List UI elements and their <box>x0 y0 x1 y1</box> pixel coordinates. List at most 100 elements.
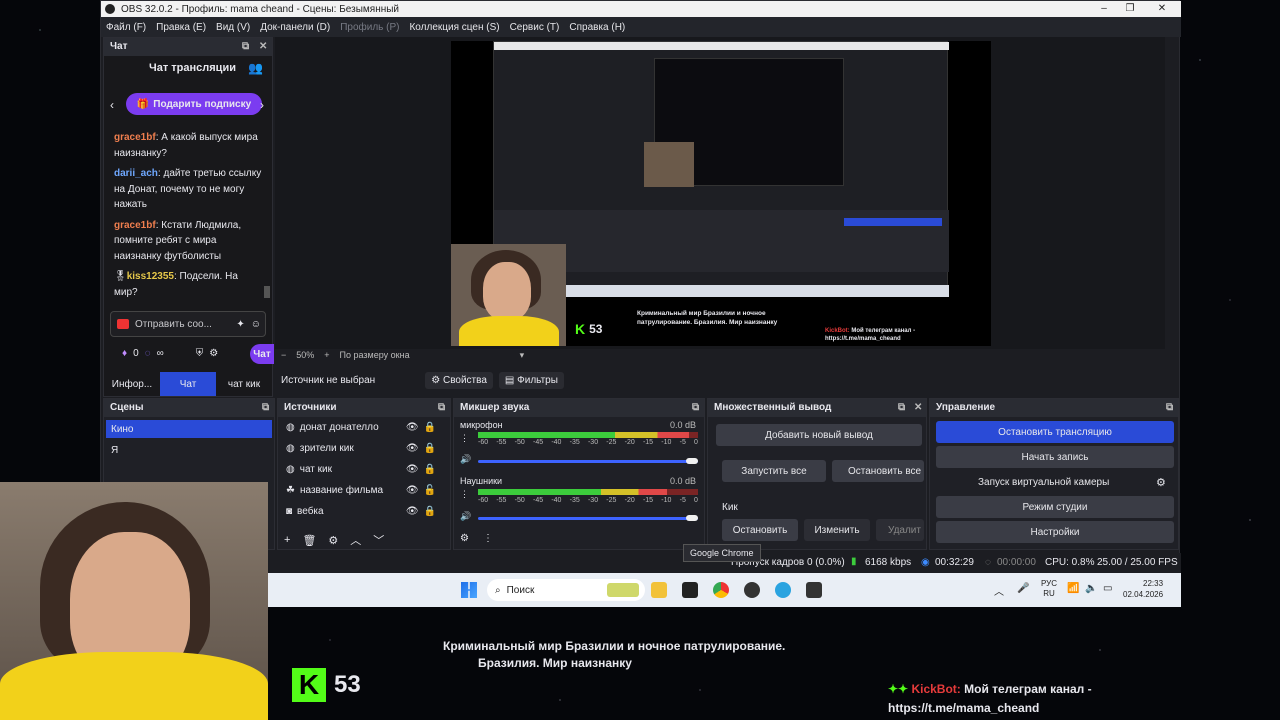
zoom-fit-select[interactable]: По размеру окна <box>340 350 410 361</box>
chevron-left-icon[interactable]: ‹ <box>110 98 114 112</box>
gift-sub-button[interactable]: 🎁 Подарить подписку <box>126 93 262 115</box>
menu-docks[interactable]: Док-панели (D) <box>255 22 335 33</box>
tab-info[interactable]: Инфор... <box>104 372 160 396</box>
menu-view[interactable]: Вид (V) <box>211 22 255 33</box>
close-button[interactable]: ✕ <box>1147 1 1177 17</box>
volume-slider[interactable] <box>478 517 698 520</box>
kebab-menu-icon[interactable]: ⋮ <box>460 433 469 444</box>
gear-icon[interactable]: ⚙ <box>1156 476 1166 489</box>
gear-icon[interactable]: ⚙ <box>328 534 338 547</box>
properties-button[interactable]: ⚙ Свойства <box>425 371 493 389</box>
zoom-out-button[interactable]: − <box>281 350 286 361</box>
volume-slider[interactable] <box>478 460 698 463</box>
chat-username[interactable]: darii_ach <box>114 168 158 179</box>
trash-icon[interactable]: 🗑 <box>302 534 316 547</box>
undock-icon[interactable]: ⧉ <box>692 399 699 417</box>
scene-item[interactable]: Кино <box>106 420 272 438</box>
emote-icon[interactable]: ✦ <box>236 319 244 330</box>
volume-slider-handle[interactable] <box>686 515 698 521</box>
telegram-icon[interactable] <box>775 582 791 598</box>
filters-button[interactable]: ▤ Фильтры <box>498 371 564 389</box>
advanced-audio-icon[interactable]: ⚙ <box>460 533 469 544</box>
virtual-camera-button[interactable]: Запуск виртуальной камеры <box>936 471 1174 493</box>
eye-icon[interactable]: 👁 <box>406 422 419 433</box>
settings-button[interactable]: Настройки <box>936 521 1174 543</box>
undock-icon[interactable]: ⧉ <box>262 399 269 417</box>
edit-output-button[interactable]: Изменить <box>804 519 870 541</box>
stop-stream-button[interactable]: Остановить трансляцию <box>936 421 1174 443</box>
chevron-down-icon[interactable]: ▾ <box>520 350 525 361</box>
eye-icon[interactable]: 👁 <box>406 485 419 496</box>
kebab-menu-icon[interactable]: ⋮ <box>460 489 469 500</box>
move-up-icon[interactable]: ︿ <box>350 532 361 548</box>
lock-icon[interactable]: 🔒 <box>424 506 436 517</box>
chevron-right-icon[interactable]: › <box>260 98 264 112</box>
menu-tools[interactable]: Сервис (T) <box>505 22 565 33</box>
tab-chat[interactable]: Чат <box>160 372 216 396</box>
users-icon[interactable]: 👥 <box>248 61 263 75</box>
add-source-icon[interactable]: + <box>284 534 290 546</box>
undock-icon[interactable]: ⧉ <box>242 38 249 56</box>
start-all-button[interactable]: Запустить все <box>722 460 826 482</box>
taskbar-search[interactable]: ⌕ Поиск <box>487 579 645 601</box>
speaker-icon[interactable]: 🔊 <box>460 511 471 522</box>
menu-file[interactable]: Файл (F) <box>101 22 151 33</box>
clock[interactable]: 22:33 02.04.2026 <box>1123 578 1163 600</box>
start-recording-button[interactable]: Начать запись <box>936 446 1174 468</box>
lock-icon[interactable]: 🔒 <box>424 443 436 454</box>
start-menu-icon[interactable] <box>461 582 477 598</box>
volume-slider-handle[interactable] <box>686 458 698 464</box>
stop-all-button[interactable]: Остановить все <box>832 460 924 482</box>
source-item[interactable]: ◙ вебка 👁 🔒 <box>286 506 436 517</box>
eye-icon[interactable]: 👁 <box>406 443 419 454</box>
move-down-icon[interactable]: ﹀ <box>373 532 384 548</box>
source-item[interactable]: ◍ донат донателло 👁 🔒 <box>286 422 436 433</box>
file-explorer-icon[interactable] <box>651 582 667 598</box>
terminal-icon[interactable] <box>806 582 822 598</box>
chat-send-button[interactable]: Чат <box>250 344 274 364</box>
battery-icon[interactable]: ▭ <box>1103 583 1112 594</box>
kebab-menu-icon[interactable]: ⋮ <box>483 533 493 544</box>
language-indicator[interactable]: РУС RU <box>1041 579 1057 599</box>
chat-username[interactable]: grace1bf <box>114 132 156 143</box>
zoom-in-button[interactable]: + <box>324 350 329 361</box>
stop-output-button[interactable]: Остановить <box>722 519 798 541</box>
stream-preview[interactable]: K 53 Криминальный мир Бразилии и ночное … <box>451 41 991 346</box>
delete-output-button[interactable]: Удалит <box>876 519 924 541</box>
lock-icon[interactable]: 🔒 <box>424 464 436 475</box>
lock-icon[interactable]: 🔒 <box>424 422 436 433</box>
source-item[interactable]: ☘ название фильма 👁 🔓 <box>286 485 436 496</box>
chat-username[interactable]: kiss12355 <box>127 271 174 282</box>
obs-taskbar-icon[interactable] <box>744 582 760 598</box>
menu-edit[interactable]: Правка (E) <box>151 22 211 33</box>
close-dock-icon[interactable]: ✕ <box>914 399 922 417</box>
microphone-icon[interactable]: 🎤 <box>1017 583 1029 594</box>
undock-icon[interactable]: ⧉ <box>898 399 905 417</box>
speaker-icon[interactable]: 🔊 <box>460 454 471 465</box>
chevron-up-icon[interactable]: ︿ <box>994 583 1004 598</box>
maximize-button[interactable]: ❐ <box>1115 1 1145 17</box>
tab-kick-chat[interactable]: чат кик <box>216 372 272 396</box>
unlock-icon[interactable]: 🔓 <box>424 485 436 496</box>
chrome-icon[interactable] <box>713 582 729 598</box>
emoji-icon[interactable]: ☺ <box>251 319 261 330</box>
add-output-button[interactable]: Добавить новый вывод <box>716 424 922 446</box>
source-item[interactable]: ◍ зрители кик 👁 🔒 <box>286 443 436 454</box>
eye-icon[interactable]: 👁 <box>406 506 419 517</box>
close-dock-icon[interactable]: ✕ <box>259 38 267 56</box>
wifi-icon[interactable]: 📶 <box>1067 583 1079 594</box>
menu-profile[interactable]: Профиль (P) <box>335 22 404 33</box>
eye-icon[interactable]: 👁 <box>406 464 419 475</box>
menu-help[interactable]: Справка (H) <box>564 22 630 33</box>
gear-icon[interactable]: ⚙ <box>209 348 218 359</box>
source-item[interactable]: ◍ чат кик 👁 🔒 <box>286 464 436 475</box>
chat-username[interactable]: grace1bf <box>114 220 156 231</box>
volume-icon[interactable]: 🔈 <box>1085 583 1097 594</box>
shield-icon[interactable]: ⛨ <box>196 348 204 359</box>
store-icon[interactable] <box>682 582 698 598</box>
chat-send-input[interactable]: Отправить соо... ✦ ☺ <box>110 311 266 337</box>
menu-scene-collection[interactable]: Коллекция сцен (S) <box>404 22 504 33</box>
scene-item[interactable]: Я <box>106 441 272 459</box>
undock-icon[interactable]: ⧉ <box>1166 399 1173 417</box>
studio-mode-button[interactable]: Режим студии <box>936 496 1174 518</box>
